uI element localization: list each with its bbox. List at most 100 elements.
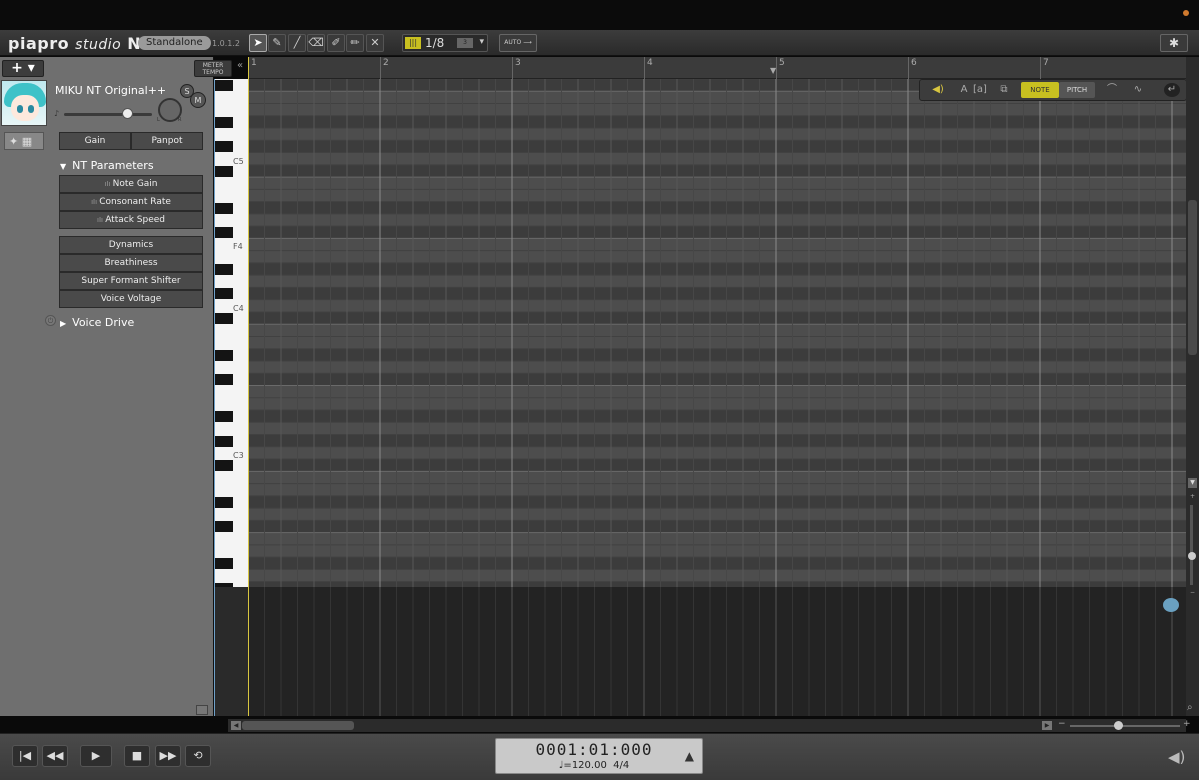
horizontal-scroll-thumb[interactable] <box>242 721 354 730</box>
black-key[interactable] <box>215 349 233 361</box>
black-key[interactable] <box>215 202 233 214</box>
sparkle-icon[interactable]: ✦ ▦ <box>4 132 44 150</box>
singer-avatar[interactable] <box>1 80 47 126</box>
scroll-left-button[interactable]: ◀ <box>231 721 241 730</box>
pitch-row <box>248 177 1186 190</box>
master-volume-icon[interactable]: ◀) <box>1168 748 1185 766</box>
black-key[interactable] <box>215 80 233 91</box>
singer-name[interactable]: MIKU NT Original++ <box>55 84 166 97</box>
volume-slider[interactable] <box>64 113 152 116</box>
panpot-button[interactable]: Panpot <box>131 132 203 150</box>
time-counter[interactable]: 0001:01:000 ♩=120.00 4/4 ▲ <box>495 738 703 774</box>
vertical-zoom-thumb[interactable] <box>1188 552 1196 560</box>
stop-button[interactable]: ■ <box>124 745 150 767</box>
pitch-row <box>248 508 1186 521</box>
add-track-button[interactable]: + ▾ <box>2 60 44 77</box>
quantize-selector[interactable]: ||| 1/8 3 ▾ <box>402 34 488 52</box>
black-key[interactable] <box>215 227 233 239</box>
scroll-hand-icon[interactable] <box>1163 598 1179 612</box>
vibrato-icon[interactable]: ∿ <box>1130 83 1146 97</box>
black-key[interactable] <box>215 141 233 153</box>
zoom-in-icon[interactable]: + <box>1188 492 1197 502</box>
black-key[interactable] <box>215 288 233 300</box>
speaker-icon[interactable]: ◀) <box>930 83 946 97</box>
parameter-lane[interactable] <box>248 587 1186 716</box>
black-key[interactable] <box>215 374 233 386</box>
h-zoom-in-icon[interactable]: + <box>1183 719 1191 729</box>
pitch-row <box>248 471 1186 484</box>
piano-roll-grid[interactable] <box>248 79 1186 587</box>
pencil-tool[interactable]: ✎ <box>268 34 286 52</box>
tempo-display[interactable]: ♩=120.00 4/4 <box>496 760 692 771</box>
power-icon[interactable]: ⏻ <box>45 315 56 326</box>
metronome-icon[interactable]: ▲ <box>685 749 694 763</box>
meter-tempo-button[interactable]: METER TEMPO <box>194 60 232 77</box>
volume-slider-thumb[interactable] <box>122 108 133 119</box>
collapse-panel-icon[interactable]: « <box>237 60 243 71</box>
marker-tool[interactable]: ✐ <box>327 34 345 52</box>
eraser-tool[interactable]: ⌫ <box>307 34 325 52</box>
horizontal-zoom-slider[interactable] <box>1070 725 1180 727</box>
settings-gear-icon[interactable]: ✱ <box>1160 34 1188 52</box>
fast-forward-button[interactable]: ▶▶ <box>155 745 181 767</box>
vertical-scroll-thumb[interactable] <box>1188 200 1197 355</box>
param-label: Attack Speed <box>105 215 165 225</box>
vertical-zoom-slider[interactable] <box>1190 505 1193 585</box>
quantize-value: 1/8 <box>425 36 445 50</box>
zoom-out-icon[interactable]: − <box>1188 588 1197 598</box>
mute-tool[interactable]: ✕ <box>366 34 384 52</box>
line-tool[interactable]: ╱ <box>288 34 306 52</box>
note-mode-button[interactable]: NOTE <box>1021 82 1059 98</box>
voice-param-super-formant-shifter[interactable]: Super Formant Shifter <box>59 272 203 290</box>
playhead[interactable] <box>248 57 249 716</box>
auto-scroll-button[interactable]: AUTO ⟶ <box>499 34 537 52</box>
nt-param-consonant-rate[interactable]: ıIı Consonant Rate <box>59 193 203 211</box>
nt-param-attack-speed[interactable]: ıIı Attack Speed <box>59 211 203 229</box>
voice-param-voice-voltage[interactable]: Voice Voltage <box>59 290 203 308</box>
piano-keyboard[interactable]: C5 F4 C4 C3 <box>215 79 248 594</box>
black-key[interactable] <box>215 496 233 508</box>
select-tool[interactable]: ➤ <box>249 34 267 52</box>
phoneme-icon[interactable]: [a] <box>972 83 988 97</box>
black-key[interactable] <box>215 435 233 447</box>
panel-resize-button[interactable] <box>196 705 208 715</box>
magnifier-icon[interactable]: ⌕ <box>1187 702 1193 713</box>
nt-param-note-gain[interactable]: ıIı Note Gain <box>59 175 203 193</box>
gain-button[interactable]: Gain <box>59 132 131 150</box>
scroll-down-button[interactable]: ▼ <box>1188 478 1197 488</box>
pitch-mode-button[interactable]: PITCH <box>1059 82 1095 98</box>
voice-param-breathiness[interactable]: Breathiness <box>59 254 203 272</box>
black-key[interactable] <box>215 558 233 570</box>
rewind-button[interactable]: ◀◀ <box>42 745 68 767</box>
return-icon[interactable]: ↵ <box>1164 83 1180 97</box>
split-icon[interactable]: ⧉ <box>996 83 1012 97</box>
pitch-curve-icon[interactable]: ⌒ <box>1104 83 1120 97</box>
highlighter-icon: ✐ <box>331 36 341 49</box>
loop-marker[interactable]: ▼ <box>770 66 776 75</box>
voice-param-dynamics[interactable]: Dynamics <box>59 236 203 254</box>
bar-number: 3 <box>515 58 521 68</box>
time-display: 0001:01:000 <box>535 740 653 759</box>
time-signature[interactable]: 4/4 <box>613 760 629 771</box>
pitch-row <box>248 275 1186 288</box>
black-key[interactable] <box>215 116 233 128</box>
black-key[interactable] <box>215 263 233 275</box>
black-key[interactable] <box>215 411 233 423</box>
horizontal-zoom-thumb[interactable] <box>1114 721 1123 730</box>
lyric-icon[interactable]: A <box>956 83 972 97</box>
vertical-scrollbar[interactable] <box>1186 57 1199 716</box>
scroll-right-button[interactable]: ▶ <box>1042 721 1052 730</box>
black-key[interactable] <box>215 460 233 472</box>
brush-tool[interactable]: ✏ <box>346 34 364 52</box>
play-button[interactable]: ▶ <box>80 745 112 767</box>
nt-parameters-header[interactable]: ▼ NT Parameters <box>60 159 154 172</box>
loop-button[interactable]: ⟲ <box>185 745 211 767</box>
mute-button[interactable]: M <box>190 92 206 108</box>
black-key[interactable] <box>215 312 233 324</box>
black-key[interactable] <box>215 521 233 533</box>
timeline-ruler[interactable]: 1 2 3 4 5 6 7 <box>248 57 1186 79</box>
voice-drive-header[interactable]: ▶ Voice Drive <box>60 316 134 329</box>
go-to-start-button[interactable]: |◀ <box>12 745 38 767</box>
black-key[interactable] <box>215 165 233 177</box>
h-zoom-out-icon[interactable]: − <box>1058 719 1066 729</box>
